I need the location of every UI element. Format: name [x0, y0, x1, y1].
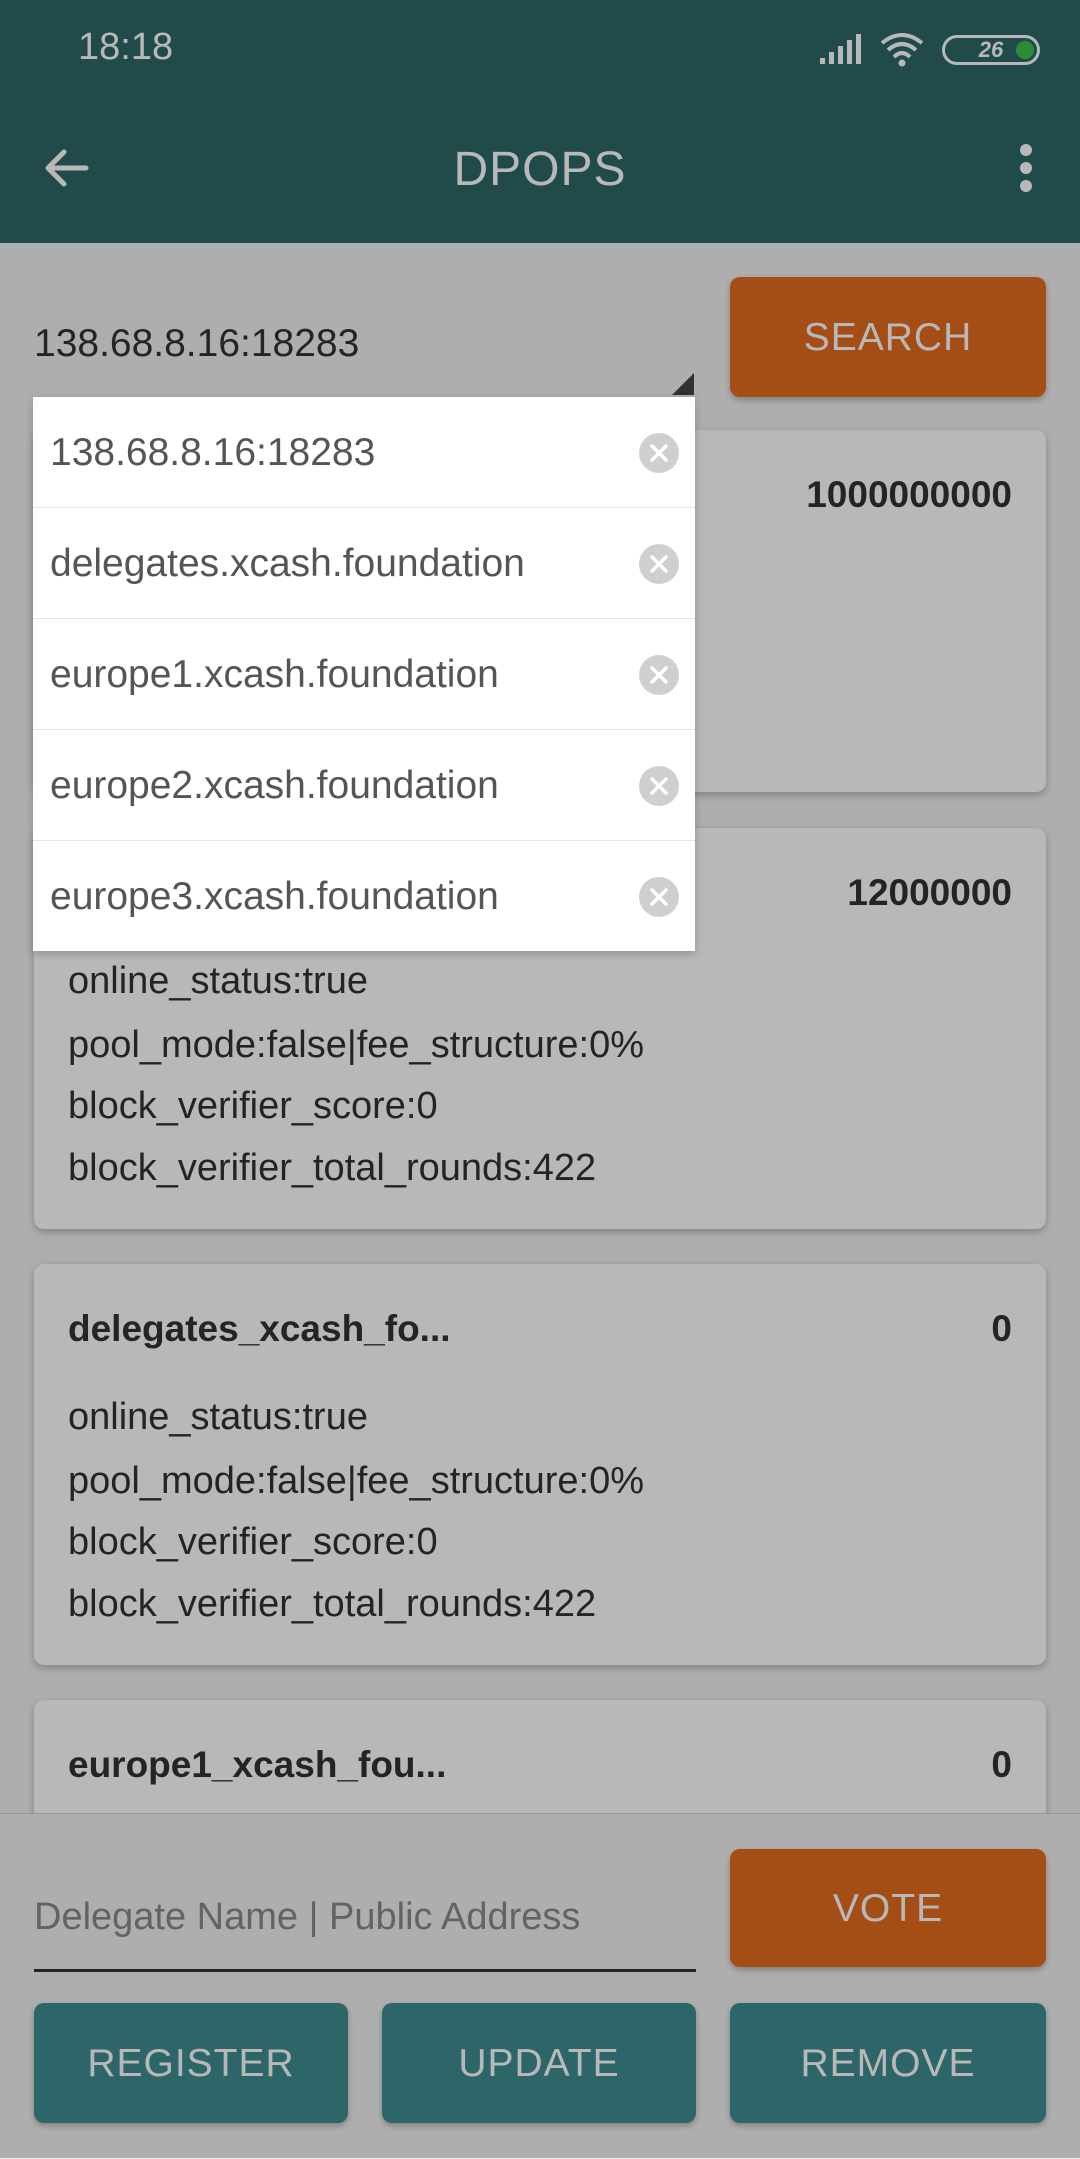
node-dropdown-list: 138.68.8.16:18283 delegates.xcash.founda… [33, 397, 695, 951]
dropdown-option-label: europe3.xcash.foundation [50, 875, 499, 918]
modal-scrim[interactable] [0, 0, 1080, 2158]
dropdown-option[interactable]: europe1.xcash.foundation [33, 619, 695, 730]
clear-icon[interactable] [639, 877, 679, 917]
dropdown-option[interactable]: europe3.xcash.foundation [33, 841, 695, 951]
clear-icon[interactable] [639, 655, 679, 695]
dropdown-option[interactable]: delegates.xcash.foundation [33, 508, 695, 619]
clear-icon[interactable] [639, 766, 679, 806]
clear-icon[interactable] [639, 544, 679, 584]
dropdown-option-label: europe2.xcash.foundation [50, 764, 499, 807]
dropdown-option[interactable]: europe2.xcash.foundation [33, 730, 695, 841]
dropdown-option[interactable]: 138.68.8.16:18283 [33, 397, 695, 508]
dropdown-option-label: 138.68.8.16:18283 [50, 431, 376, 474]
dropdown-option-label: europe1.xcash.foundation [50, 653, 499, 696]
clear-icon[interactable] [639, 433, 679, 473]
dropdown-option-label: delegates.xcash.foundation [50, 542, 525, 585]
